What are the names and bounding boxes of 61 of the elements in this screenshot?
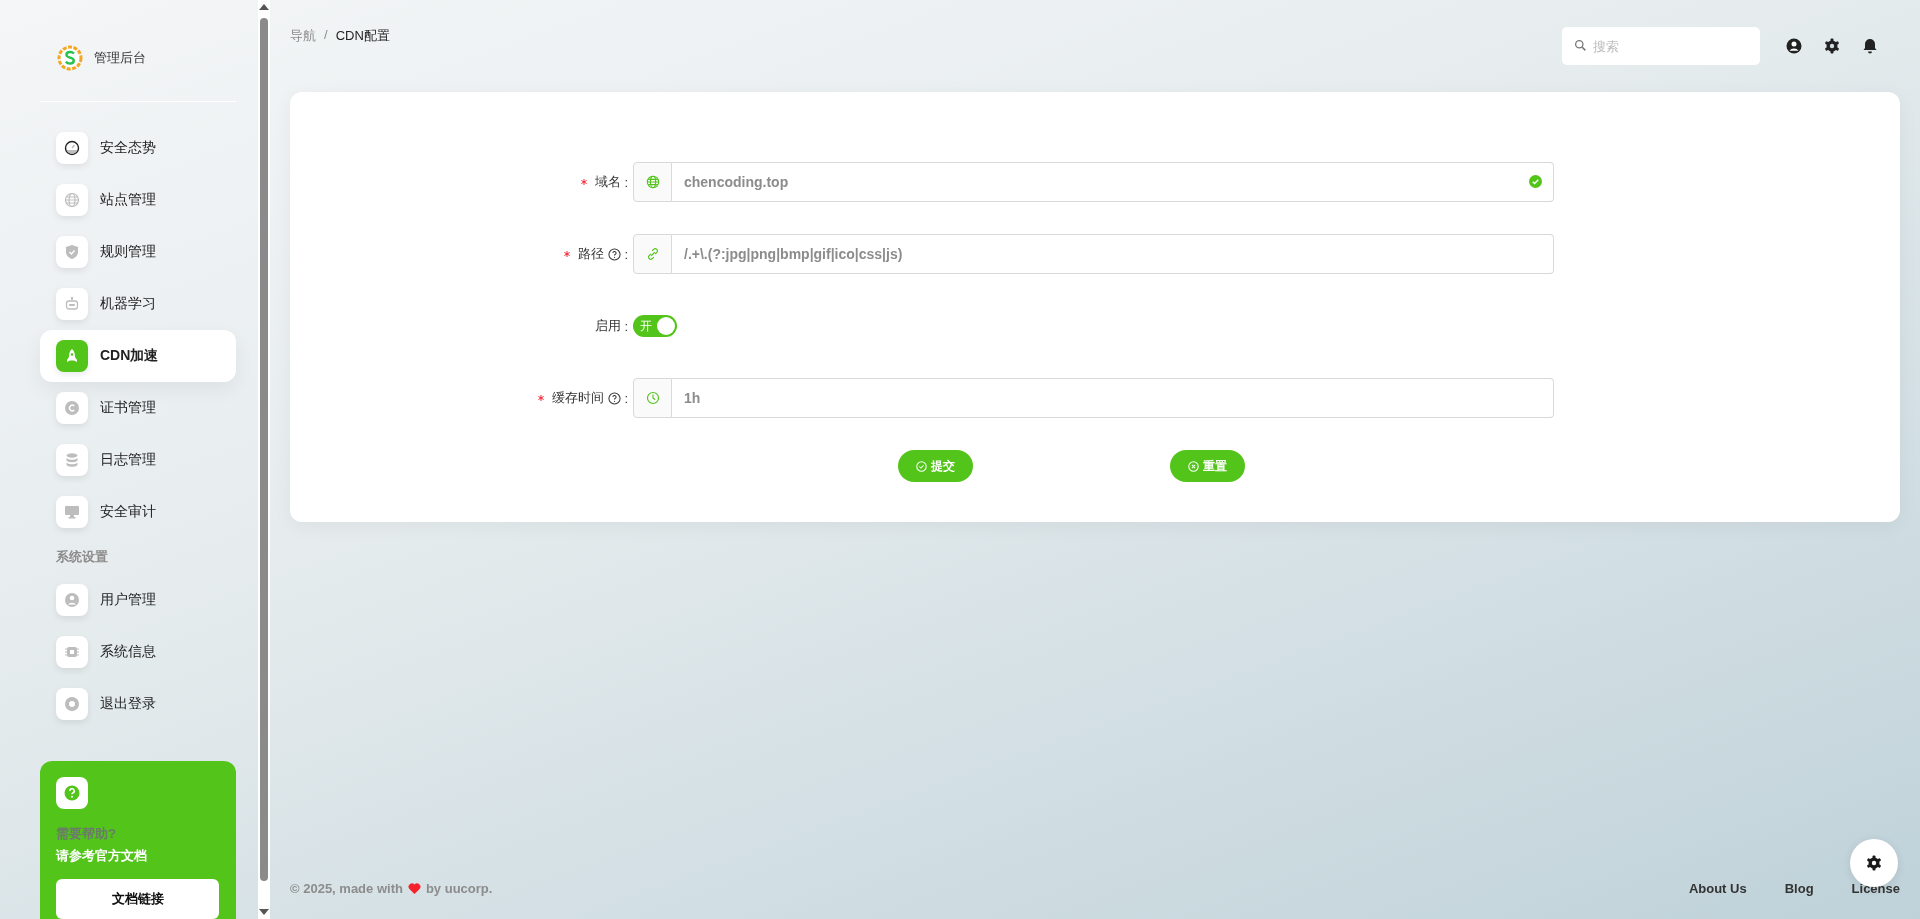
settings-icon <box>1866 855 1882 871</box>
sidebar-item[interactable]: 规则管理 <box>40 226 236 278</box>
gauge-icon <box>56 132 88 164</box>
heart-icon <box>407 882 421 894</box>
label-colon: : <box>624 246 628 262</box>
scroll-down-icon[interactable] <box>259 909 269 915</box>
docs-link-button[interactable]: 文档链接 <box>56 879 219 919</box>
footer-link[interactable]: Blog <box>1784 880 1814 896</box>
user-icon[interactable] <box>1786 38 1802 54</box>
settings-icon[interactable] <box>1824 38 1840 54</box>
sidebar-item[interactable]: 安全态势 <box>40 122 236 174</box>
power-icon <box>56 688 88 720</box>
sidebar-item[interactable]: 系统信息 <box>40 626 236 678</box>
sidebar-item[interactable]: CDN加速 <box>40 330 236 382</box>
help-subtitle: 请参考官方文档 <box>56 847 148 865</box>
copyright-text: © 2025, made with <box>290 880 403 896</box>
cert-icon <box>56 392 88 424</box>
field-label: 启用 <box>595 317 622 335</box>
label-colon: : <box>624 318 628 334</box>
section-heading: 系统设置 <box>55 548 109 566</box>
clock-icon <box>645 391 660 405</box>
footer-link[interactable]: About Us <box>1688 880 1747 896</box>
brand-title: 管理后台 <box>94 49 146 67</box>
robot-icon <box>56 288 88 320</box>
help-title: 需要帮助? <box>56 825 117 843</box>
help-icon[interactable] <box>608 391 622 405</box>
user-icon <box>56 584 88 616</box>
breadcrumb-separator: / <box>324 27 328 44</box>
sidebar-item[interactable]: 站点管理 <box>40 174 236 226</box>
sidebar-item[interactable]: 用户管理 <box>40 574 236 626</box>
sidebar-item[interactable]: 证书管理 <box>40 382 236 434</box>
credit-text: by uucorp. <box>425 880 493 896</box>
field-label: 路径 <box>578 245 605 263</box>
search-field[interactable]: 搜索 <box>1562 27 1760 65</box>
globe-icon <box>645 175 660 189</box>
help-icon[interactable] <box>608 247 622 261</box>
cross-circle-icon <box>1188 460 1199 472</box>
label-colon: : <box>624 390 628 406</box>
logo-icon <box>56 44 84 72</box>
field-label: 缓存时间 <box>552 389 605 407</box>
field-label: 域名 <box>595 173 622 191</box>
chip-icon <box>56 636 88 668</box>
rocket-icon <box>56 340 88 372</box>
scrollbar[interactable] <box>258 0 270 919</box>
footer-link[interactable]: License <box>1851 880 1900 896</box>
sidebar-item[interactable]: 机器学习 <box>40 278 236 330</box>
sidebar-item[interactable]: 日志管理 <box>40 434 236 486</box>
search-icon <box>1574 39 1587 52</box>
question-icon <box>56 777 88 809</box>
sidebar-item[interactable]: 安全审计 <box>40 486 236 538</box>
sidebar-item[interactable]: 退出登录 <box>40 678 236 730</box>
link-icon <box>645 247 660 261</box>
check-circle-icon <box>916 460 927 472</box>
breadcrumb-link[interactable]: CDN配置 <box>335 27 390 45</box>
globe-icon <box>56 184 88 216</box>
shield-icon <box>56 236 88 268</box>
bell-icon[interactable] <box>1862 38 1878 54</box>
db-icon <box>56 444 88 476</box>
label-colon: : <box>624 174 628 190</box>
scroll-up-icon[interactable] <box>259 4 269 10</box>
monitor-icon <box>56 496 88 528</box>
